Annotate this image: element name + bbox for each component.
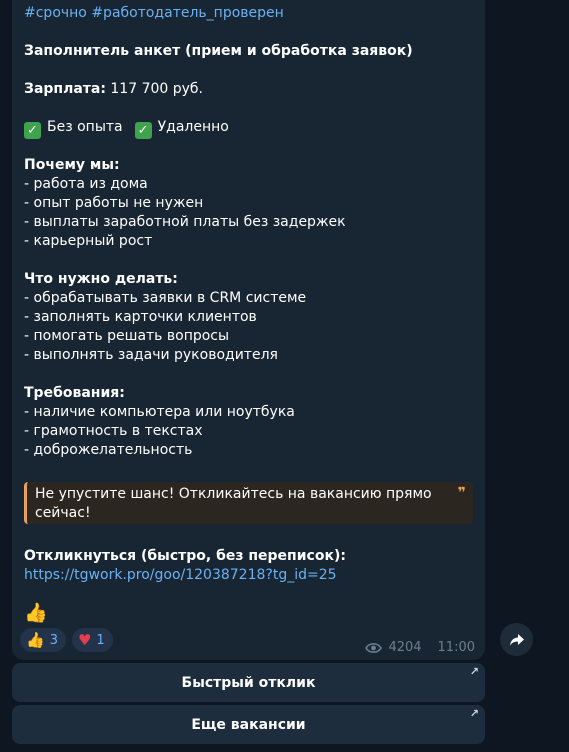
eye-icon — [365, 642, 383, 654]
apply-heading: Откликнуться (быстро, без переписок): — [24, 548, 346, 564]
list-item: - карьерный рост — [24, 233, 153, 249]
quote-icon: ❞ — [457, 485, 466, 501]
hashtags[interactable]: #срочно #работодатель_проверен — [24, 4, 469, 23]
badge-no-experience: Без опыта — [47, 119, 123, 135]
reaction-count: 3 — [49, 632, 58, 648]
requirements-heading: Требования: — [24, 385, 125, 401]
apply-link[interactable]: https://tgwork.pro/goo/120387218?tg_id=2… — [24, 566, 469, 585]
heart-icon: ♥ — [77, 631, 92, 649]
quick-reply-button[interactable]: Быстрый отклик ↗ — [12, 663, 485, 702]
share-button[interactable] — [500, 623, 533, 656]
list-item: - работа из дома — [24, 176, 148, 192]
quote-block: Не упустите шанс! Откликайтесь на ваканс… — [24, 482, 473, 524]
external-arrow-icon: ↗ — [469, 707, 479, 720]
list-item: - грамотность в текстах — [24, 423, 203, 439]
more-jobs-button[interactable]: Еще вакансии ↗ — [12, 705, 485, 744]
quick-reply-label: Быстрый отклик — [181, 674, 316, 691]
list-item: - обрабатывать заявки в CRM системе — [24, 290, 307, 306]
list-item: - выполнять задачи руководителя — [24, 347, 278, 363]
badges-line: ✓ Без опыта ✓ Удаленно — [24, 118, 469, 139]
list-item: - выплаты заработной платы без задержек — [24, 214, 346, 230]
reactions-bar: 👍 3 ♥ 1 — [20, 628, 113, 652]
check-mark-icon: ✓ — [134, 122, 152, 139]
salary-label: Зарплата: — [24, 81, 106, 97]
salary-line: Зарплата: 117 700 руб. — [24, 80, 469, 99]
external-arrow-icon: ↗ — [469, 665, 479, 678]
thumbs-up-icon: 👍 — [26, 631, 45, 649]
check-mark-icon: ✓ — [24, 122, 41, 139]
tasks-heading: Что нужно делать: — [24, 271, 178, 287]
job-title: Заполнитель анкет (прием и обработка зая… — [24, 43, 413, 59]
reaction-thumbs-up[interactable]: 👍 3 — [20, 628, 66, 652]
badge-remote: Удаленно — [157, 119, 229, 135]
view-count: 4204 — [388, 640, 422, 655]
message-meta: 4204 11:00 — [365, 640, 475, 655]
list-item: - доброжелательность — [24, 442, 193, 458]
list-item: - опыт работы не нужен — [24, 195, 204, 211]
quote-text: Не упустите шанс! Откликайтесь на ваканс… — [35, 486, 432, 521]
why-heading: Почему мы: — [24, 157, 120, 173]
share-arrow-icon — [509, 633, 524, 646]
reaction-heart[interactable]: ♥ 1 — [71, 628, 113, 652]
reaction-count: 1 — [96, 632, 105, 648]
message-time: 11:00 — [437, 640, 475, 655]
message-text: #срочно #работодатель_проверен Заполните… — [24, 0, 469, 460]
apply-section: Откликнуться (быстро, без переписок): ht… — [24, 547, 469, 585]
chat-area: #срочно #работодатель_проверен Заполните… — [0, 0, 569, 752]
list-item: - заполнять карточки клиентов — [24, 309, 257, 325]
more-jobs-label: Еще вакансии — [191, 716, 306, 733]
salary-value: 117 700 руб. — [105, 81, 204, 97]
list-item: - помогать решать вопросы — [24, 328, 230, 344]
thumbs-up-emoji: 👍 — [24, 602, 48, 624]
list-item: - наличие компьютера или ноутбука — [24, 404, 295, 420]
